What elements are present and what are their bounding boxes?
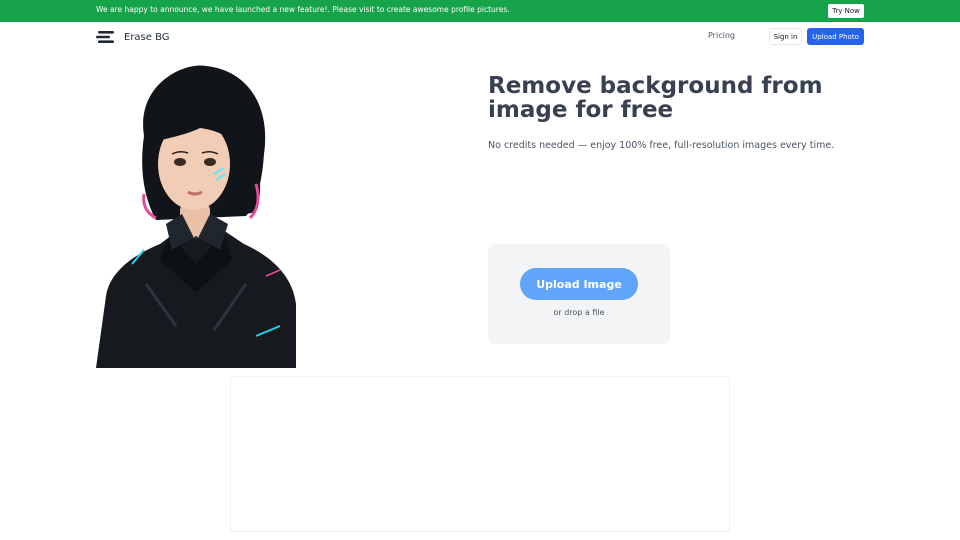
hero-portrait-image [96,64,296,368]
try-now-button[interactable]: Try Now [828,4,864,18]
upload-photo-button[interactable]: Upload Photo [807,28,864,45]
content-panel [230,376,730,532]
logo[interactable]: Erase BG [96,30,170,44]
hero-subtitle: No credits needed — enjoy 100% free, ful… [488,140,835,151]
brand-name: Erase BG [124,31,170,43]
upload-image-button[interactable]: Upload Image [520,268,638,300]
stacked-lines-logo-icon [96,31,114,43]
sign-in-button[interactable]: Sign in [769,28,802,45]
upload-dropzone[interactable]: Upload Image or drop a file [488,244,670,344]
announcement-banner: We are happy to announce, we have launch… [0,0,960,22]
portrait-illustration [96,65,296,368]
drop-file-hint: or drop a file [553,308,605,317]
announcement-text: We are happy to announce, we have launch… [96,5,510,14]
nav-pricing-link[interactable]: Pricing [708,31,735,40]
hero-title: Remove background from image for free [488,73,823,123]
